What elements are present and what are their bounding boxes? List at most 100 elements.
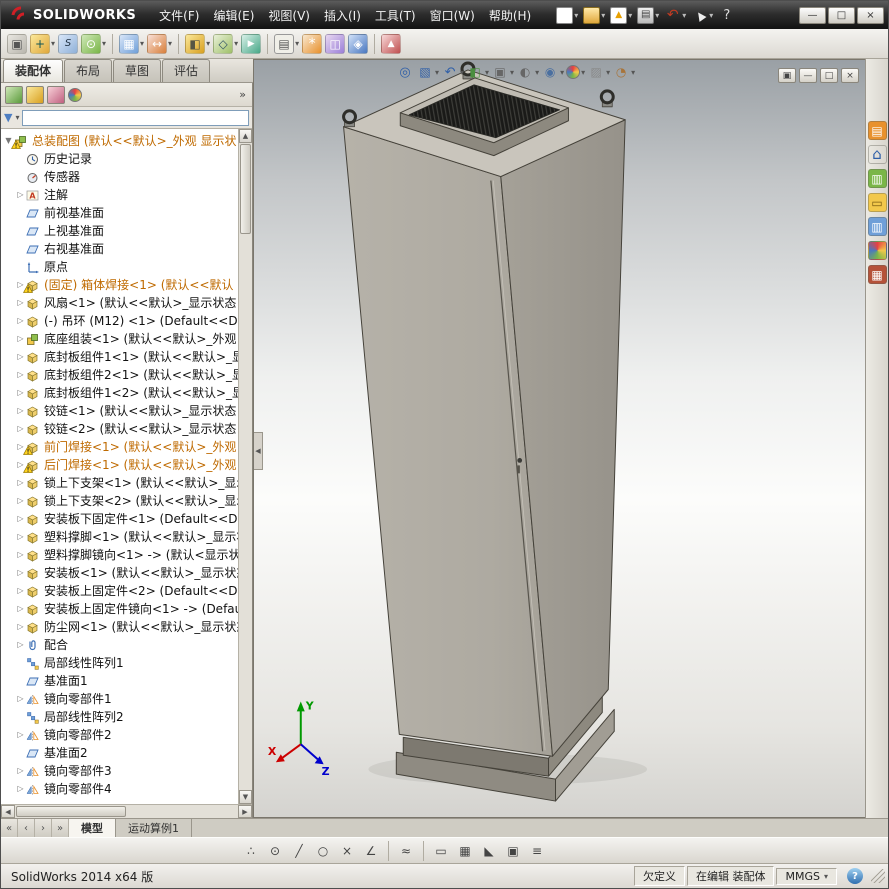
displaymanager-tab-icon[interactable] (68, 87, 82, 102)
expand-arrow-icon[interactable]: ▷ (15, 550, 26, 559)
close-button[interactable]: × (857, 6, 884, 24)
expand-arrow-icon[interactable]: ▷ (15, 514, 26, 523)
door-lock[interactable] (517, 458, 523, 463)
exploded-view-icon[interactable]: * (302, 33, 323, 54)
filter-input[interactable] (22, 109, 249, 126)
doc-pane-button[interactable]: ▣ (778, 68, 796, 83)
instant3d-icon[interactable]: ◈ (348, 33, 369, 54)
undo-icon[interactable]: ↶ (664, 7, 681, 24)
tree-item[interactable]: ▷ 镜向零部件1 (1, 689, 238, 707)
tree-item[interactable]: ▷ 安装板上固定件镜向<1> -> (Default< (1, 599, 238, 617)
assembly-features-icon[interactable]: ◧ (185, 33, 206, 54)
design-table-icon[interactable]: ≡ (527, 841, 547, 861)
expand-arrow-icon[interactable]: ▷ (15, 532, 26, 541)
new-document-icon[interactable] (556, 6, 574, 24)
tree-item[interactable]: ▷ 铰链<1> (默认<<默认>_显示状态 1: (1, 401, 238, 419)
expand-arrow-icon[interactable]: ▷ (15, 334, 26, 343)
dropdown-caret-icon[interactable]: ▾ (655, 11, 659, 20)
reference-geometry-icon[interactable]: ◇ (213, 33, 234, 54)
spline-icon[interactable]: ∴ (241, 841, 261, 861)
tree-item[interactable]: 右视基准面 (1, 239, 238, 257)
tree-item[interactable]: ▷ 安装板下固定件<1> (Default<<Defau (1, 509, 238, 527)
scroll-right-icon[interactable]: ▶ (238, 805, 252, 818)
save-icon[interactable]: ▲ (610, 6, 628, 24)
tree-item[interactable]: ▷ 防尘网<1> (默认<<默认>_显示状态 (1, 617, 238, 635)
dropdown-caret-icon[interactable]: ▾ (581, 68, 585, 77)
expand-arrow-icon[interactable]: ▷ (15, 766, 26, 775)
tree-item[interactable]: 基准面1 (1, 671, 238, 689)
grid-snap-icon[interactable]: ▦ (455, 841, 475, 861)
appearances-scenes-icon[interactable] (867, 241, 887, 260)
scroll-thumb[interactable] (240, 144, 251, 234)
shaded-sketch-contours-icon[interactable]: ▣ (503, 841, 523, 861)
tree-item[interactable]: ▷ 锁上下支架<2> (默认<<默认>_显示 (1, 491, 238, 509)
tab-评估[interactable]: 评估 (162, 59, 211, 82)
expand-arrow-icon[interactable]: ▷ (15, 784, 26, 793)
expand-arrow-icon[interactable]: ▷ (15, 694, 26, 703)
dropdown-caret-icon[interactable]: ▾ (168, 39, 172, 48)
apply-scene-icon[interactable]: ▨ (587, 63, 605, 81)
filter-funnel-icon[interactable]: ▼ (4, 111, 12, 124)
select-icon[interactable]: ▲ (691, 7, 708, 24)
circle-icon[interactable]: ⊙ (265, 841, 285, 861)
edit-appearance-icon[interactable] (566, 65, 581, 79)
expand-arrow-icon[interactable]: ▷ (15, 424, 26, 433)
tree-item[interactable]: 局部线性阵列2 (1, 707, 238, 725)
3d-scene[interactable]: Y X Z (254, 60, 865, 817)
tree-item[interactable]: ▷ (-) 吊环 (M12) <1> (Default<<Defau (1, 311, 238, 329)
tree-item[interactable]: ▷ 后门焊接<1> (默认<<默认>_外观 (1, 455, 238, 473)
expand-arrow-icon[interactable]: ▷ (15, 640, 26, 649)
zoom-to-area-icon[interactable]: ▧ (416, 63, 434, 81)
menu-item-3[interactable]: 插入(I) (317, 7, 368, 24)
dropdown-caret-icon[interactable]: ▾ (631, 68, 635, 77)
ellipse-icon[interactable]: ○ (313, 841, 333, 861)
line-icon[interactable]: ╱ (289, 841, 309, 861)
expand-arrow-icon[interactable]: ▷ (15, 604, 26, 613)
print-icon[interactable]: ▤ (637, 6, 655, 24)
dropdown-caret-icon[interactable]: ▾ (102, 39, 106, 48)
tree-item[interactable]: 传感器 (1, 167, 238, 185)
help-icon[interactable]: ? (718, 7, 735, 24)
scroll-left-icon[interactable]: ◀ (1, 805, 15, 818)
linear-component-pattern-icon[interactable]: ▦ (119, 33, 140, 54)
expand-arrow-icon[interactable]: ▷ (15, 730, 26, 739)
view-settings-icon[interactable]: ◔ (612, 63, 630, 81)
menu-item-4[interactable]: 工具(T) (368, 7, 423, 24)
tree-item[interactable]: 前视基准面 (1, 203, 238, 221)
expand-arrow-icon[interactable]: ▷ (15, 586, 26, 595)
maximize-button[interactable]: □ (828, 6, 855, 24)
expand-arrow-icon[interactable]: ▷ (15, 352, 26, 361)
model-tab-active[interactable]: 模型 (69, 819, 116, 837)
tree-item[interactable]: 基准面2 (1, 743, 238, 761)
tree-item[interactable]: 历史记录 (1, 149, 238, 167)
expand-arrow-icon[interactable]: ▷ (15, 298, 26, 307)
doc-close-button[interactable]: × (841, 68, 859, 83)
tab-nav-3[interactable]: » (52, 819, 69, 837)
model-tab-inactive[interactable]: 运动算例1 (116, 819, 192, 837)
tree-item[interactable]: ▷ 塑料撑脚镜向<1> -> (默认<显示状态 (1, 545, 238, 563)
menu-item-2[interactable]: 视图(V) (261, 7, 317, 24)
propertymanager-tab-icon[interactable] (26, 85, 44, 104)
design-library-icon[interactable]: ▥ (867, 169, 887, 188)
dropdown-caret-icon[interactable]: ▾ (234, 39, 238, 48)
previous-view-icon[interactable]: ↶ (441, 63, 459, 81)
tree-item[interactable]: ▷ 底封板组件1<2> (默认<<默认>_显示 (1, 383, 238, 401)
convert-entities-icon[interactable]: ≈ (396, 841, 416, 861)
panel-overflow-button[interactable]: » (239, 88, 248, 101)
simulation-icon[interactable]: ▲ (381, 33, 402, 54)
tree-item[interactable]: ▷ 风扇<1> (默认<<默认>_显示状态 1: (1, 293, 238, 311)
tree-item[interactable]: ▷ 安装板<1> (默认<<默认>_显示状态 (1, 563, 238, 581)
move-component-icon[interactable]: ↔ (147, 33, 168, 54)
dropdown-caret-icon[interactable]: ▾ (435, 68, 439, 77)
expand-arrow-icon[interactable]: ▷ (15, 478, 26, 487)
dropdown-caret-icon[interactable]: ▾ (140, 39, 144, 48)
open-icon[interactable] (583, 6, 601, 24)
expand-arrow-icon[interactable]: ▷ (15, 406, 26, 415)
expand-arrow-icon[interactable]: ▷ (15, 568, 26, 577)
dropdown-caret-icon[interactable]: ▾ (574, 11, 578, 20)
units-caret-icon[interactable]: ▾ (824, 872, 828, 881)
tab-nav-0[interactable]: « (1, 819, 18, 837)
mate-icon[interactable]: ⊙ (81, 33, 102, 54)
dropdown-caret-icon[interactable]: ▾ (510, 68, 514, 77)
expand-arrow-icon[interactable]: ▷ (15, 316, 26, 325)
